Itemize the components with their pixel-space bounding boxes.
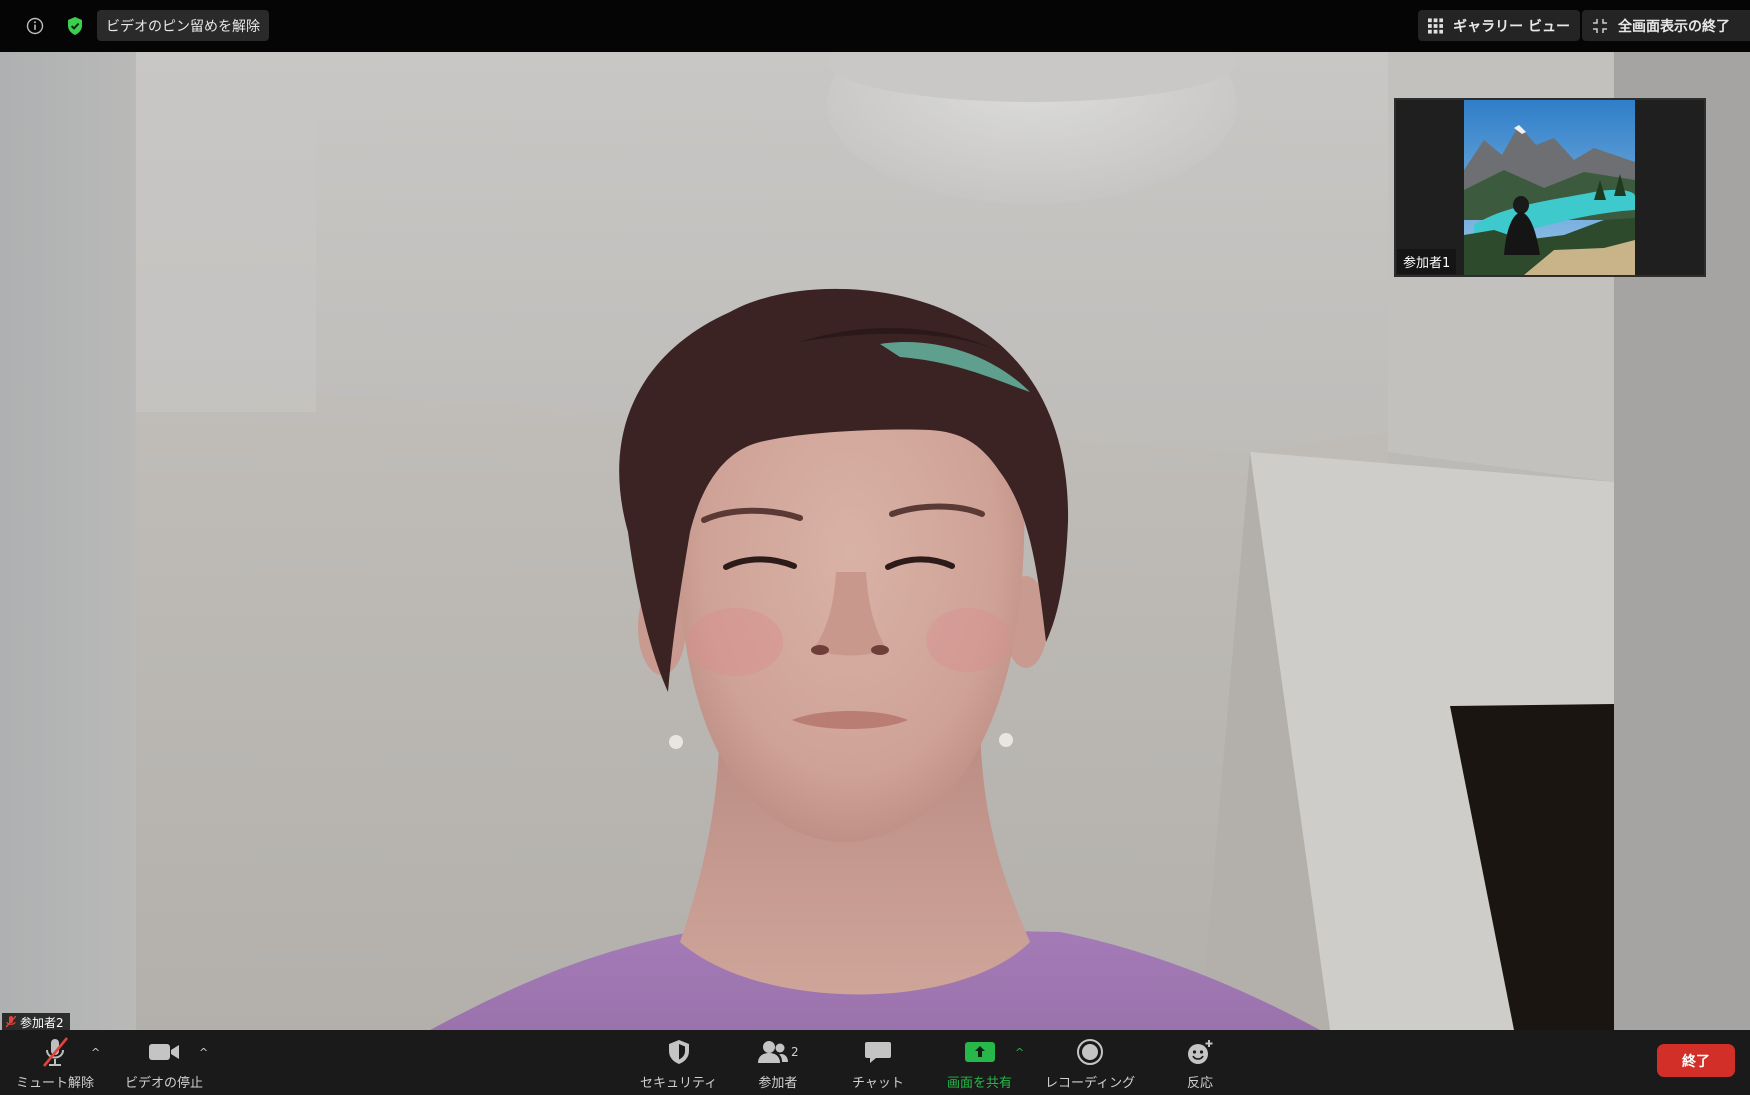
end-meeting-button[interactable]: 終了 xyxy=(1657,1044,1735,1077)
record-label: レコーディング xyxy=(1045,1076,1136,1091)
unmute-label: ミュート解除 xyxy=(16,1076,95,1091)
unpin-video-button[interactable]: ビデオのピン留めを解除 xyxy=(97,10,269,41)
info-icon xyxy=(26,17,44,35)
unmute-button[interactable]: ミュート解除 xyxy=(16,1036,94,1091)
top-bar: ビデオのピン留めを解除 ギャラリー ビュー 全画面表示の終了 xyxy=(0,0,1750,52)
grid-icon xyxy=(1428,17,1444,34)
video-options-chevron-icon[interactable]: ^ xyxy=(199,1046,208,1059)
security-button[interactable]: セキュリティ xyxy=(640,1036,717,1091)
meeting-controls-bar: ミュート解除 ^ ビデオの停止 ^ セキュリティ 2 参加者 チャット 画面を共… xyxy=(0,1030,1750,1095)
chat-button[interactable]: チャット xyxy=(852,1036,904,1091)
stop-video-label: ビデオの停止 xyxy=(125,1076,204,1091)
share-screen-label: 画面を共有 xyxy=(947,1076,1013,1091)
reactions-label: 反応 xyxy=(1186,1076,1213,1091)
share-options-chevron-icon[interactable]: ^ xyxy=(1015,1046,1024,1059)
participants-count: 2 xyxy=(791,1045,799,1059)
security-label: セキュリティ xyxy=(640,1076,718,1091)
participant-1-name: 参加者1 xyxy=(1397,249,1457,274)
stop-video-button[interactable]: ビデオの停止 xyxy=(125,1036,203,1091)
shield-check-icon xyxy=(68,17,82,35)
video-stage: 参加者1 参加者2 xyxy=(0,52,1750,1030)
exit-fullscreen-label: 全画面表示の終了 xyxy=(1618,18,1730,35)
exit-fullscreen-button[interactable]: 全画面表示の終了 xyxy=(1582,10,1750,41)
share-screen-arrow-icon xyxy=(964,1036,995,1068)
gallery-view-label: ギャラリー ビュー xyxy=(1453,18,1570,35)
microphone-muted-icon xyxy=(38,1036,72,1068)
record-icon xyxy=(1076,1036,1104,1068)
participant-thumbnail[interactable]: 参加者1 xyxy=(1394,98,1706,277)
participants-icon xyxy=(758,1041,788,1063)
participant-1-video xyxy=(1464,100,1635,275)
chat-bubble-icon xyxy=(864,1036,892,1068)
reactions-button[interactable]: 反応 xyxy=(1185,1036,1215,1091)
share-screen-button[interactable]: 画面を共有 xyxy=(947,1036,1012,1091)
active-speaker-name: 参加者2 xyxy=(20,1015,64,1030)
mic-muted-icon xyxy=(6,1016,16,1028)
add-reaction-smiley-icon xyxy=(1185,1036,1215,1068)
participants-label: 参加者 xyxy=(758,1076,798,1091)
record-button[interactable]: レコーディング xyxy=(1045,1036,1135,1091)
meeting-info-button[interactable] xyxy=(22,13,48,39)
gallery-view-button[interactable]: ギャラリー ビュー xyxy=(1418,10,1580,41)
audio-options-chevron-icon[interactable]: ^ xyxy=(91,1046,100,1059)
participants-button[interactable]: 2 参加者 xyxy=(757,1036,799,1091)
shield-icon xyxy=(666,1036,692,1068)
video-camera-icon xyxy=(147,1036,181,1068)
exit-fullscreen-icon xyxy=(1593,18,1607,33)
chat-label: チャット xyxy=(852,1076,904,1091)
encryption-status-button[interactable] xyxy=(62,13,88,39)
zoom-meeting-window: ビデオのピン留めを解除 ギャラリー ビュー 全画面表示の終了 参加者1 参加者2… xyxy=(0,0,1750,1095)
active-speaker-name-tag: 参加者2 xyxy=(2,1013,70,1030)
